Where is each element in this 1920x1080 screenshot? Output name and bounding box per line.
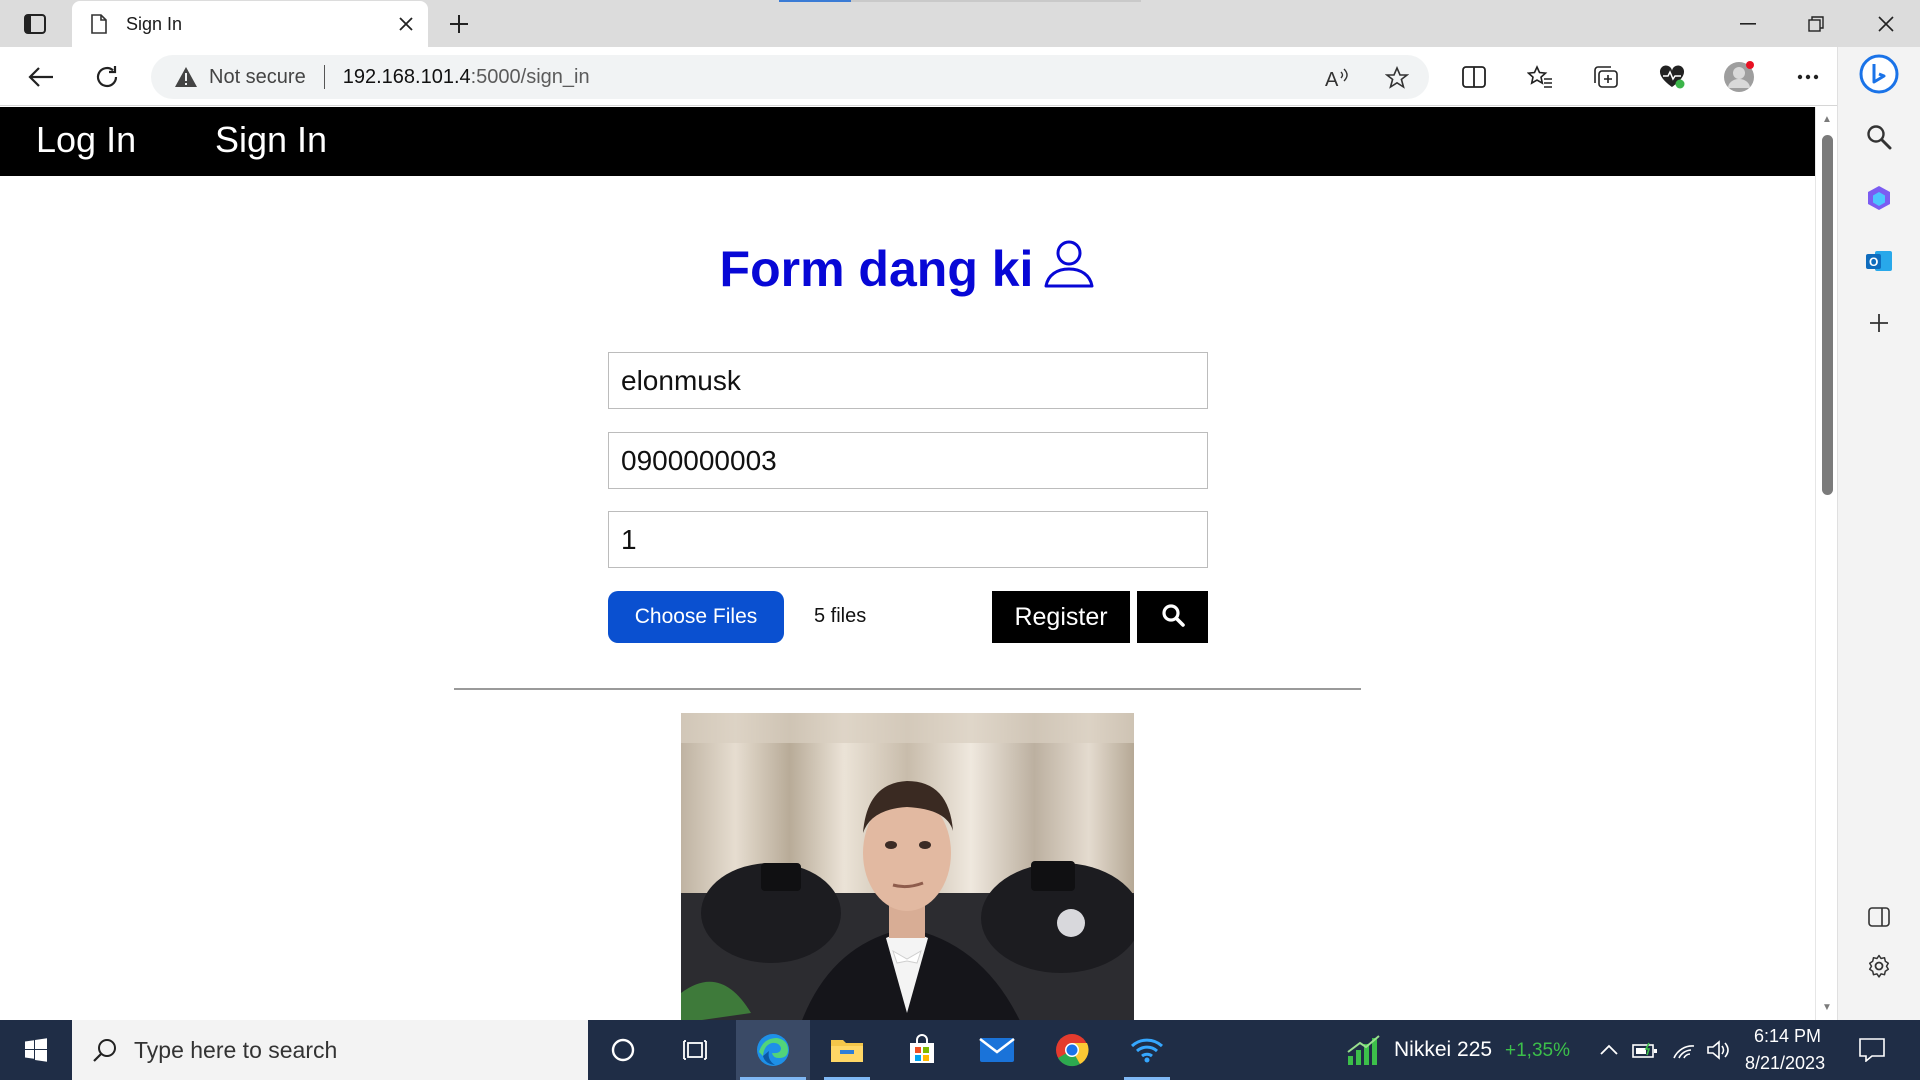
form-title-text: Form dang ki — [719, 241, 1034, 297]
stock-name[interactable]: Nikkei 225 — [1394, 1038, 1492, 1062]
choose-files-button[interactable]: Choose Files — [608, 591, 784, 643]
back-button[interactable] — [22, 58, 60, 96]
favorites-icon[interactable] — [1521, 58, 1559, 96]
third-field[interactable] — [608, 511, 1208, 568]
url-host: 192.168.101.4 — [342, 65, 471, 88]
url-path: :5000/sign_in — [470, 65, 590, 88]
file-explorer-icon[interactable] — [810, 1020, 884, 1080]
search-icon[interactable] — [1858, 116, 1900, 158]
read-aloud-icon[interactable]: A — [1322, 63, 1352, 93]
register-button[interactable]: Register — [992, 591, 1130, 643]
page-icon — [88, 11, 110, 37]
tab-actions-icon[interactable] — [20, 10, 50, 38]
username-field[interactable] — [608, 352, 1208, 409]
url-field[interactable]: Not secure 192.168.101.4:5000/sign_in A — [151, 55, 1429, 99]
copilot-icon[interactable] — [1858, 177, 1900, 219]
nav-link-log-in[interactable]: Log In — [36, 119, 136, 161]
search-icon — [88, 1033, 122, 1067]
volume-icon[interactable] — [1706, 1038, 1732, 1062]
form-title: Form dang ki — [0, 237, 1815, 301]
cortana-icon[interactable] — [586, 1020, 660, 1080]
split-screen-icon[interactable] — [1455, 58, 1493, 96]
warning-icon[interactable] — [173, 64, 199, 90]
search-button[interactable] — [1137, 591, 1208, 643]
edge-sidebar: O — [1837, 47, 1920, 1020]
chevron-up-icon[interactable] — [1596, 1038, 1622, 1062]
stock-change: +1,35% — [1505, 1040, 1570, 1061]
clock-date[interactable]: 8/21/2023 — [1745, 1053, 1825, 1074]
close-window-button[interactable] — [1852, 0, 1920, 47]
outlook-icon[interactable]: O — [1858, 240, 1900, 282]
scroll-up-arrow[interactable]: ▲ — [1819, 111, 1835, 127]
security-status-label[interactable]: Not secure — [209, 66, 306, 89]
url-text[interactable]: 192.168.101.4:5000/sign_in — [343, 66, 590, 89]
edge-taskbar-icon[interactable] — [736, 1020, 810, 1080]
task-view-icon[interactable] — [659, 1020, 733, 1080]
battery-icon[interactable] — [1632, 1038, 1658, 1062]
browser-essentials-icon[interactable] — [1653, 58, 1691, 96]
taskbar-search-placeholder: Type here to search — [134, 1036, 338, 1063]
nav-link-sign-in[interactable]: Sign In — [215, 119, 327, 161]
settings-gear-icon[interactable] — [1858, 945, 1900, 987]
restore-button[interactable] — [1782, 0, 1850, 47]
collections-icon[interactable] — [1587, 58, 1625, 96]
tab-title: Sign In — [126, 13, 183, 34]
chrome-icon[interactable] — [1035, 1020, 1109, 1080]
site-navbar: Log In Sign In — [0, 107, 1815, 176]
scroll-down-arrow[interactable]: ▼ — [1819, 999, 1835, 1015]
tab-sign-in[interactable]: Sign In — [72, 1, 428, 47]
user-outline-icon — [1043, 237, 1095, 301]
stock-chart-icon[interactable] — [1346, 1034, 1382, 1066]
address-bar: Not secure 192.168.101.4:5000/sign_in A — [0, 47, 1920, 106]
favorite-star-icon[interactable] — [1382, 63, 1412, 93]
notifications-icon[interactable] — [1857, 1036, 1887, 1064]
mail-icon[interactable] — [960, 1020, 1034, 1080]
phone-field[interactable] — [608, 432, 1208, 489]
section-divider — [454, 688, 1361, 690]
uploaded-photo — [681, 713, 1134, 1020]
wifi-icon[interactable] — [1671, 1038, 1697, 1062]
profile-avatar[interactable] — [1720, 58, 1758, 96]
start-button[interactable] — [0, 1020, 72, 1080]
files-selected-label: 5 files — [814, 605, 867, 627]
hide-sidebar-icon[interactable] — [1858, 896, 1900, 938]
url-separator — [323, 65, 325, 89]
tab-bar: Sign In — [0, 0, 1920, 47]
network-app-icon[interactable] — [1110, 1020, 1184, 1080]
taskbar: Type here to search Nikkei 225 +1,35% 6:… — [0, 1020, 1920, 1080]
close-tab-icon[interactable] — [388, 6, 424, 42]
loading-progress-track — [851, 0, 1141, 2]
clock-time[interactable]: 6:14 PM — [1754, 1026, 1821, 1047]
refresh-button[interactable] — [88, 58, 126, 96]
more-options-icon[interactable] — [1789, 58, 1827, 96]
page-scrollbar[interactable]: ▲ ▼ — [1815, 107, 1837, 1020]
taskbar-search-box[interactable]: Type here to search — [72, 1020, 588, 1080]
page-viewport: Log In Sign In Form dang ki Choose Files… — [0, 107, 1815, 1020]
search-icon — [1161, 603, 1185, 632]
new-tab-button[interactable] — [441, 6, 477, 42]
svg-text:O: O — [1869, 255, 1878, 269]
minimize-button[interactable] — [1714, 0, 1782, 47]
svg-text:A: A — [1325, 69, 1339, 89]
loading-progress-indicator — [779, 0, 851, 2]
add-sidebar-app-icon[interactable] — [1858, 302, 1900, 344]
scrollbar-thumb[interactable] — [1822, 135, 1833, 495]
microsoft-store-icon[interactable] — [885, 1020, 959, 1080]
bing-chat-icon[interactable] — [1858, 53, 1900, 95]
